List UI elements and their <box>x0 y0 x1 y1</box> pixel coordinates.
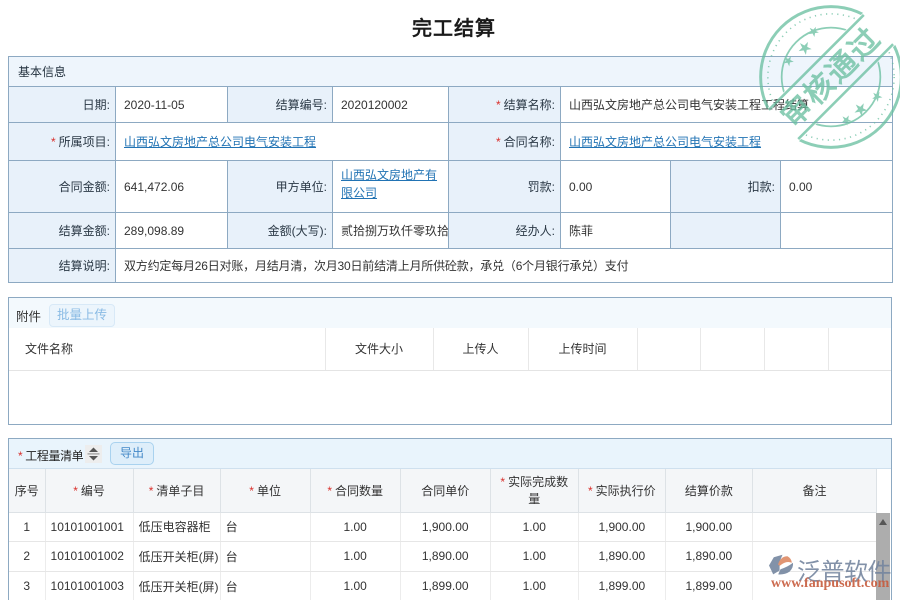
svg-text:审核通过: 审核通过 <box>775 21 888 134</box>
